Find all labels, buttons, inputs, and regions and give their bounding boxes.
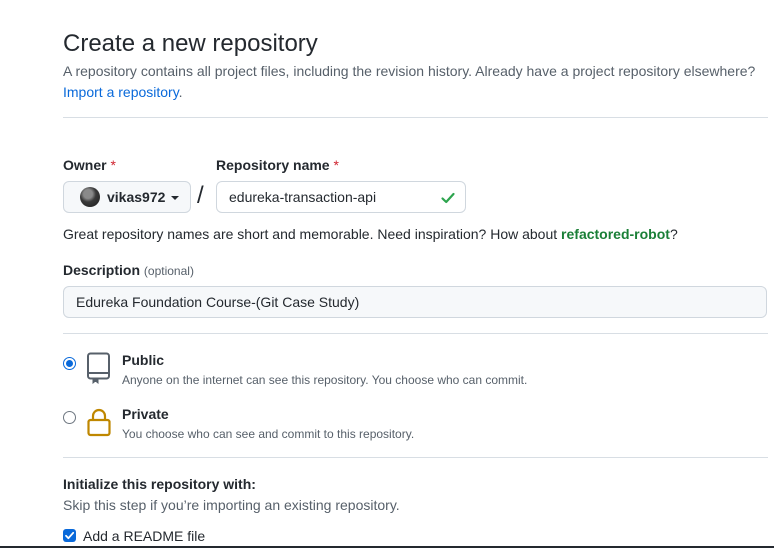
owner-label-text: Owner [63, 157, 107, 173]
description-optional-note: (optional) [143, 264, 194, 278]
import-repository-link[interactable]: Import a repository. [63, 84, 183, 100]
name-hint-suffix: ? [669, 226, 678, 242]
caret-down-icon [171, 196, 180, 200]
repository-name-label-text: Repository name [216, 157, 330, 173]
repo-icon [87, 352, 110, 384]
description-divider [63, 333, 768, 334]
visibility-private-radio[interactable] [63, 411, 76, 424]
description-label-text: Description [63, 262, 141, 278]
repository-name-required-mark: * [333, 157, 339, 173]
checkmark-icon [65, 531, 75, 540]
lock-icon [87, 408, 111, 437]
name-hint: Great repository names are short and mem… [63, 226, 678, 242]
page-title: Create a new repository [63, 30, 318, 57]
owner-repo-separator: / [197, 182, 204, 209]
visibility-public-description: Anyone on the internet can see this repo… [122, 373, 528, 387]
owner-required-mark: * [110, 157, 116, 173]
import-link-text[interactable]: Import a repository [63, 84, 179, 100]
visibility-public-radio[interactable] [63, 357, 76, 370]
owner-name: vikas972 [107, 189, 166, 205]
avatar [80, 187, 100, 207]
description-input[interactable]: Edureka Foundation Course-(Git Case Stud… [63, 286, 767, 318]
visibility-private-description: You choose who can see and commit to thi… [122, 427, 415, 441]
description-value: Edureka Foundation Course-(Git Case Stud… [76, 294, 360, 310]
owner-select-button[interactable]: vikas972 [63, 181, 191, 213]
repository-name-value: edureka-transaction-api [229, 189, 377, 205]
readme-label[interactable]: Add a README file [83, 528, 205, 544]
create-repository-page: Create a new repository A repository con… [0, 0, 774, 548]
import-link-suffix: . [178, 84, 183, 100]
repository-name-label: Repository name * [216, 157, 339, 173]
readme-checkbox[interactable] [63, 529, 76, 542]
visibility-divider [63, 457, 768, 458]
name-suggestion-link[interactable]: refactored-robot [561, 226, 670, 242]
header-divider [63, 117, 768, 118]
visibility-private-title: Private [122, 406, 169, 422]
initialize-subtitle: Skip this step if you’re importing an ex… [63, 497, 400, 513]
page-subtitle: A repository contains all project files,… [63, 63, 756, 79]
description-label: Description (optional) [63, 262, 194, 278]
initialize-title: Initialize this repository with: [63, 476, 256, 492]
name-hint-text: Great repository names are short and mem… [63, 226, 562, 242]
owner-label: Owner * [63, 157, 116, 173]
repository-name-input[interactable]: edureka-transaction-api [216, 181, 466, 213]
visibility-public-title: Public [122, 352, 165, 368]
check-icon [441, 192, 455, 204]
